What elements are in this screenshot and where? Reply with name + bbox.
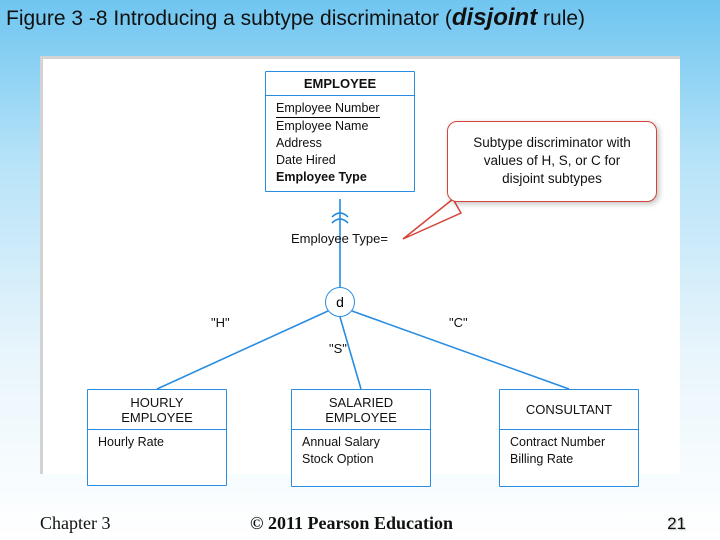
attr: Contract Number	[510, 435, 605, 449]
attr: Billing Rate	[510, 452, 573, 466]
discriminator-value-h: "H"	[211, 315, 230, 330]
entity-employee-attrs: Employee Number Employee Name Address Da…	[266, 96, 414, 191]
title-emphasis: disjoint	[452, 4, 537, 31]
disjoint-symbol: d	[336, 294, 344, 310]
discriminator-value-s: "S"	[329, 341, 347, 356]
footer-page-number: 21	[667, 514, 686, 534]
title-suffix: rule)	[537, 7, 585, 30]
entity-header: SALARIED EMPLOYEE	[292, 390, 430, 430]
figure-title: Figure 3 -8 Introducing a subtype discri…	[6, 4, 585, 32]
entity-header: HOURLY EMPLOYEE	[88, 390, 226, 430]
entity-employee: EMPLOYEE Employee Number Employee Name A…	[265, 71, 415, 192]
attr: Date Hired	[276, 153, 336, 167]
discriminator-value-c: "C"	[449, 315, 468, 330]
disjoint-circle: d	[325, 287, 355, 317]
attr-key: Employee Number	[276, 100, 380, 118]
entity-attrs: Hourly Rate	[88, 430, 226, 485]
diagram-canvas: EMPLOYEE Employee Number Employee Name A…	[40, 56, 680, 474]
attr: Stock Option	[302, 452, 374, 466]
attr: Employee Type	[276, 170, 367, 184]
entity-hourly-employee: HOURLY EMPLOYEE Hourly Rate	[87, 389, 227, 486]
attr: Employee Name	[276, 119, 368, 133]
entity-employee-header: EMPLOYEE	[266, 72, 414, 96]
entity-consultant: CONSULTANT Contract Number Billing Rate	[499, 389, 639, 487]
footer-copyright: © 2011 Pearson Education	[250, 513, 453, 534]
entity-header: CONSULTANT	[500, 390, 638, 430]
attr: Annual Salary	[302, 435, 380, 449]
attr: Address	[276, 136, 322, 150]
title-prefix: Figure 3 -8 Introducing a subtype discri…	[6, 7, 452, 30]
callout-text: Subtype discriminator with values of H, …	[473, 135, 631, 186]
entity-attrs: Contract Number Billing Rate	[500, 430, 638, 486]
entity-salaried-employee: SALARIED EMPLOYEE Annual Salary Stock Op…	[291, 389, 431, 487]
footer-chapter: Chapter 3	[40, 513, 110, 534]
entity-attrs: Annual Salary Stock Option	[292, 430, 430, 486]
discriminator-predicate: Employee Type=	[291, 231, 388, 246]
callout-box: Subtype discriminator with values of H, …	[447, 121, 657, 202]
attr: Hourly Rate	[98, 435, 164, 449]
